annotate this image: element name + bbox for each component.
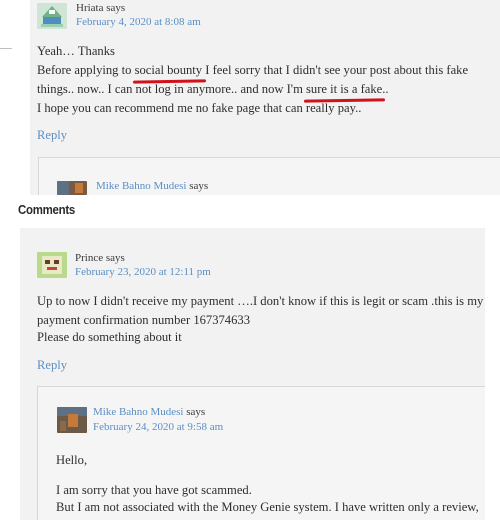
nested-reply: Mike Bahno Mudesi says February 24, 2020… (37, 386, 485, 520)
divider (0, 48, 12, 49)
reply-date-link[interactable]: February 24, 2020 at 9:58 am (93, 421, 223, 433)
nested-reply: Mike Bahno Mudesi says (38, 157, 500, 195)
comment-date-link[interactable]: February 23, 2020 at 12:11 pm (75, 266, 211, 278)
comment-prince: Prince says February 23, 2020 at 12:11 p… (20, 228, 485, 520)
mike-avatar (57, 181, 87, 195)
comment-line: Please do something about it (37, 330, 182, 344)
prince-avatar (37, 252, 67, 278)
comment-line: Before applying to social bounty I feel … (37, 61, 468, 80)
comment-line: Yeah… Thanks (37, 44, 115, 58)
reply-line: Hello, (56, 453, 88, 467)
mike-avatar (57, 407, 87, 433)
reply-link[interactable]: Reply (37, 358, 67, 373)
comment-line: things.. now.. I can not log in anymore.… (37, 80, 389, 99)
highlighted-phrase: sure it is a fake (306, 80, 382, 99)
comment-line: I hope you can recommend me no fake page… (37, 101, 362, 115)
hriata-avatar (37, 3, 67, 29)
reply-line: But I am not associated with the Money G… (56, 500, 479, 514)
comment-date-link[interactable]: February 4, 2020 at 8:08 am (76, 16, 201, 28)
comment-author: Prince says (75, 252, 125, 264)
reply-author: Mike Bahno Mudesi says (93, 406, 206, 418)
highlighted-phrase: social bounty (135, 61, 203, 80)
comment-author: Hriata says (76, 2, 126, 14)
comment-hriata: Hriata says February 4, 2020 at 8:08 am … (30, 0, 500, 195)
comment-line: Up to now I didn't receive my payment ….… (37, 294, 484, 308)
reply-author: Mike Bahno Mudesi says (96, 180, 209, 192)
comments-heading: Comments (18, 202, 76, 217)
reply-link[interactable]: Reply (37, 128, 67, 143)
